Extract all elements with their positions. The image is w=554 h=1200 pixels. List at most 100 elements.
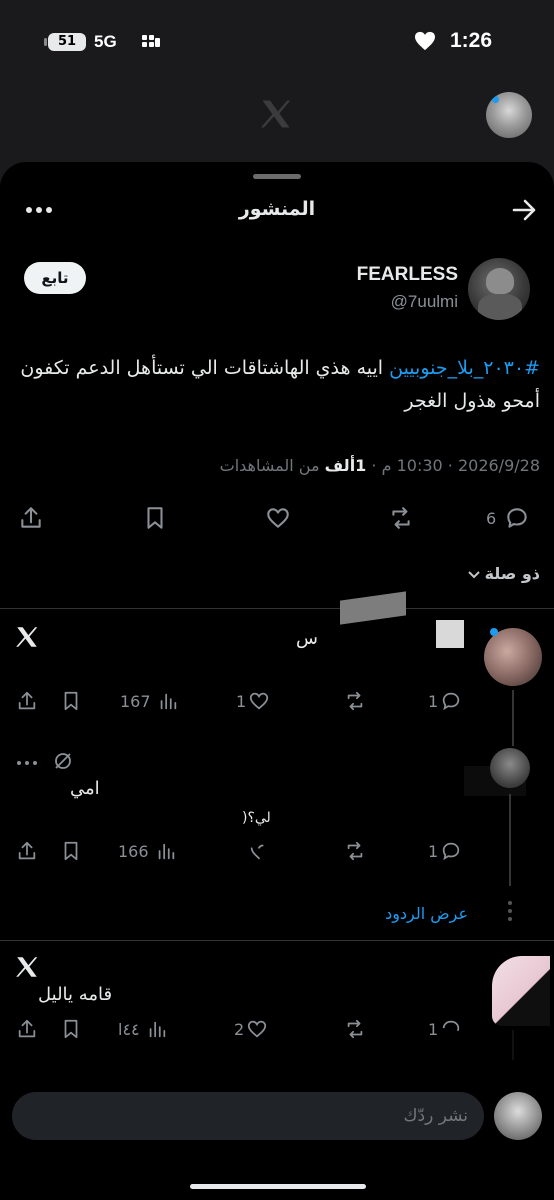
x-logo-icon (261, 100, 291, 128)
views-count: 166 (118, 841, 149, 861)
heart-icon (267, 508, 289, 528)
views-button[interactable]: 167 (120, 686, 179, 716)
tweet-actions: 6 (0, 496, 554, 540)
bar-chart-icon (158, 843, 174, 860)
reply-actions: 166 1 (0, 836, 554, 866)
bookmark-button[interactable] (60, 836, 82, 866)
bookmark-icon (64, 841, 78, 861)
my-avatar (494, 1092, 542, 1140)
like-button[interactable]: 1 (236, 686, 270, 716)
share-button[interactable] (18, 504, 44, 532)
redacted-block (436, 620, 464, 648)
sort-label: ذو صلة (484, 564, 540, 583)
reply-icon (442, 1020, 460, 1032)
reply-fragment: قامه ياليل (38, 984, 113, 1005)
reply-composer: نشر ردّك (0, 1082, 554, 1200)
badge-dot (490, 628, 498, 636)
share-button[interactable] (16, 836, 38, 866)
post-sheet: المنشور تابع FEARLESS @7uulmi #٢٠٣٠_بلا_… (0, 162, 554, 1200)
reply-count: 1 (428, 841, 439, 861)
chevron-down-icon (467, 570, 480, 578)
reply-icon (442, 692, 460, 711)
post-topbar: المنشور (0, 190, 554, 234)
reply-fragment: س (296, 628, 318, 649)
repost-button[interactable] (344, 1014, 366, 1044)
like-button[interactable] (248, 836, 270, 866)
reply-button[interactable]: 1 (428, 836, 462, 866)
like-button[interactable] (265, 504, 291, 532)
hashtag-link[interactable]: #٢٠٣٠_بلا_جنوبيين (389, 357, 540, 379)
tweet-time: 10:30 م (381, 456, 443, 475)
views-button[interactable]: 166 (118, 836, 177, 866)
reply-actions: ٤٤ا 2 1 (0, 1014, 554, 1044)
reply-fragment: امي (70, 778, 100, 799)
repost-button[interactable] (344, 686, 366, 716)
heart-icon (248, 1020, 267, 1038)
views-count[interactable]: 1ألف (325, 456, 367, 475)
bookmark-button[interactable] (142, 504, 168, 532)
share-icon (18, 691, 36, 710)
author-name[interactable]: FEARLESS (357, 264, 458, 286)
show-replies-link[interactable]: عرض الردود (385, 904, 468, 923)
heart-status-icon (415, 31, 435, 51)
like-count: 1 (236, 691, 247, 711)
reply-button[interactable]: 6 (486, 504, 530, 532)
more-options-icon[interactable] (16, 758, 38, 768)
repost-icon (347, 841, 363, 861)
thread-dots-icon (508, 901, 512, 921)
author-handle[interactable]: @7uulmi (391, 292, 458, 312)
reply-count: 1 (428, 1019, 439, 1039)
repost-icon (392, 507, 410, 529)
x-badge-icon (16, 627, 38, 647)
tweet-text: #٢٠٣٠_بلا_جنوبيين اييه هذي الهاشتاقات ال… (20, 352, 540, 418)
bookmark-button[interactable] (60, 1014, 82, 1044)
back-arrow-icon[interactable] (510, 196, 538, 224)
reply-avatar[interactable] (484, 628, 542, 686)
follow-button[interactable]: تابع (24, 262, 86, 294)
tweet-meta: 2026/9/28 · 10:30 م · 1ألف من المشاهدات (219, 456, 540, 475)
reply-button[interactable]: 1 (428, 686, 462, 716)
views-label: من المشاهدات (219, 456, 320, 475)
reply-button[interactable]: 1 (428, 1014, 462, 1044)
share-icon (18, 1019, 36, 1038)
author-avatar[interactable] (468, 258, 530, 320)
bar-chart-icon (160, 693, 176, 710)
repost-button[interactable] (344, 836, 366, 866)
home-indicator[interactable] (190, 1184, 366, 1189)
reply-icon (442, 842, 460, 861)
redacted-block (340, 591, 406, 625)
reply-input[interactable]: نشر ردّك (12, 1092, 484, 1140)
share-icon (21, 507, 41, 528)
bookmark-icon (64, 691, 78, 711)
sort-replies-dropdown[interactable]: ذو صلة (467, 564, 540, 583)
bookmark-icon (147, 507, 163, 529)
repost-icon (347, 691, 363, 711)
network-label: 5G (94, 32, 117, 51)
reply-fragment: لي؟( (242, 810, 271, 826)
repost-button[interactable] (388, 504, 414, 532)
like-count: 2 (234, 1019, 245, 1039)
sheet-grabber[interactable] (253, 174, 301, 179)
share-button[interactable] (16, 686, 38, 716)
divider (0, 608, 554, 609)
bar-chart-icon (149, 1021, 165, 1038)
profile-avatar[interactable] (486, 92, 532, 138)
views-button[interactable]: ٤٤ا (118, 1014, 168, 1044)
page-title: المنشور (238, 198, 316, 220)
bookmark-button[interactable] (60, 686, 82, 716)
battery-indicator: 51 (44, 33, 86, 51)
post-author: تابع FEARLESS @7uulmi (0, 256, 554, 326)
share-button[interactable] (16, 1014, 38, 1044)
like-button[interactable]: 2 (234, 1014, 268, 1044)
heart-icon (250, 844, 264, 860)
share-icon (18, 841, 36, 860)
repost-icon (347, 1019, 363, 1039)
clock: 1:26 (449, 29, 492, 52)
reply-actions: 167 1 1 (0, 686, 554, 716)
views-count: 167 (120, 691, 151, 711)
cellular-dots-icon (142, 35, 160, 51)
reply-icon (507, 508, 527, 528)
hidden-icon (55, 753, 71, 769)
heart-icon (250, 692, 269, 710)
reply-avatar[interactable] (490, 748, 530, 788)
